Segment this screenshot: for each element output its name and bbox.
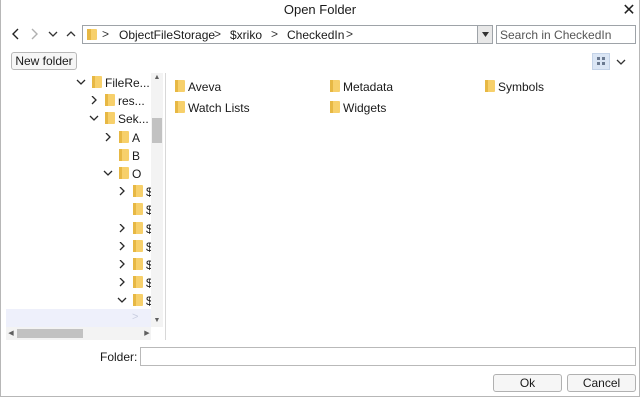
folder-field-label: Folder: xyxy=(100,350,138,364)
breadcrumb-separator-icon[interactable]: > xyxy=(102,27,109,41)
tree-item-label: res... xyxy=(118,94,145,109)
tree-item[interactable]: A xyxy=(6,129,151,147)
folder-icon xyxy=(133,258,143,270)
tree-item[interactable]: $ xyxy=(6,292,153,310)
scroll-down-icon[interactable]: ▼ xyxy=(151,317,163,325)
tree-item[interactable]: $ xyxy=(6,274,153,292)
tree-item[interactable]: $ xyxy=(6,238,153,256)
chevron-right-icon[interactable]: > xyxy=(132,311,138,323)
tree-horizontal-scroll-thumb[interactable] xyxy=(17,329,83,338)
tree-item[interactable]: $ xyxy=(6,183,153,201)
folder-icon xyxy=(133,221,143,234)
grid-view-icon xyxy=(597,57,605,65)
folder-item[interactable]: Watch Lists xyxy=(175,99,315,117)
ok-button[interactable]: Ok xyxy=(493,374,562,392)
folder-item-label: Watch Lists xyxy=(188,101,250,115)
tree-vertical-scrollbar[interactable]: ▲ ▼ xyxy=(151,73,163,327)
dialog-title: Open Folder xyxy=(283,2,357,17)
folder-icon xyxy=(133,239,143,252)
close-icon[interactable]: ✕ xyxy=(620,2,638,20)
folder-field[interactable] xyxy=(140,347,636,366)
folder-icon xyxy=(105,112,115,125)
folder-item-label: Aveva xyxy=(188,80,222,94)
window-frame-left xyxy=(0,0,1,397)
tree-item[interactable]: $ xyxy=(6,220,153,238)
chevron-down-icon[interactable] xyxy=(103,169,113,178)
folder-icon xyxy=(119,130,129,143)
pane-divider[interactable] xyxy=(165,73,166,340)
breadcrumb-separator-icon[interactable]: > xyxy=(271,27,278,41)
tree-item[interactable]: $ xyxy=(6,201,153,219)
recent-locations-chevron-icon[interactable] xyxy=(45,26,61,42)
folder-icon xyxy=(330,101,340,113)
tree-item-label: Sek... xyxy=(118,112,149,127)
tree-vertical-scroll-thumb[interactable] xyxy=(152,118,162,143)
tree-item-label: B xyxy=(132,148,141,163)
view-options-chevron-icon[interactable] xyxy=(613,55,629,69)
forward-arrow-icon[interactable] xyxy=(26,26,42,42)
tree-item[interactable]: B xyxy=(6,147,151,165)
cancel-button[interactable]: Cancel xyxy=(567,374,636,392)
chevron-down-icon[interactable] xyxy=(117,296,127,305)
tree-item-label: FileRe... xyxy=(105,76,150,90)
folder-item-label: Widgets xyxy=(343,101,387,115)
back-arrow-icon[interactable] xyxy=(8,26,24,42)
folder-item[interactable]: Metadata xyxy=(330,78,470,96)
view-mode-button[interactable] xyxy=(592,53,610,70)
address-dropdown-button[interactable] xyxy=(477,26,492,43)
scroll-up-icon[interactable]: ▲ xyxy=(151,74,163,82)
chevron-right-icon[interactable] xyxy=(117,260,127,269)
folder-icon xyxy=(175,80,185,92)
folder-icon xyxy=(485,80,495,92)
tree-item[interactable]: res... xyxy=(6,92,151,110)
address-bar[interactable]: > ObjectFileStorage > $xriko > CheckedIn… xyxy=(82,25,493,44)
folder-icon xyxy=(87,29,97,40)
folder-icon xyxy=(133,185,143,198)
tree-selected-row[interactable] xyxy=(6,309,151,327)
breadcrumb-separator-icon[interactable]: > xyxy=(346,27,353,41)
folder-input[interactable] xyxy=(144,349,632,364)
scroll-left-icon[interactable]: ◀ xyxy=(7,330,15,338)
caret-down-icon xyxy=(482,32,489,37)
new-folder-button[interactable]: New folder xyxy=(11,52,77,70)
chevron-right-icon[interactable] xyxy=(117,278,127,287)
folder-icon xyxy=(105,94,115,107)
folder-icon xyxy=(133,276,143,289)
folder-item-label: Metadata xyxy=(343,80,394,94)
tree-item[interactable]: Sek... xyxy=(6,110,151,128)
folder-tree[interactable]: FileRe... res... Sek... A B O $ $ $ $ $ $ $ > xyxy=(6,73,163,340)
folder-icon xyxy=(92,76,102,88)
tree-item[interactable]: $ xyxy=(6,256,153,274)
breadcrumb-separator-icon[interactable]: > xyxy=(214,27,221,41)
breadcrumb-xriko[interactable]: $xriko xyxy=(230,28,262,42)
folder-item[interactable]: Symbols xyxy=(485,78,625,96)
folder-item-label: Symbols xyxy=(498,80,545,94)
chevron-down-icon[interactable] xyxy=(89,114,99,123)
folder-icon xyxy=(330,80,340,92)
folder-item[interactable]: Aveva xyxy=(175,78,315,96)
breadcrumb-checkedin[interactable]: CheckedIn xyxy=(287,28,344,42)
chevron-right-icon[interactable] xyxy=(117,241,127,251)
up-folder-arrow-icon[interactable] xyxy=(63,26,79,42)
chevron-down-icon[interactable] xyxy=(76,78,86,87)
chevron-right-icon[interactable] xyxy=(89,96,99,105)
folder-icon xyxy=(133,203,143,216)
tree-item-label: O xyxy=(132,167,142,181)
folder-item[interactable]: Widgets xyxy=(330,99,470,117)
chevron-right-icon[interactable] xyxy=(103,132,113,142)
search-input[interactable] xyxy=(500,27,630,42)
folder-icon xyxy=(119,148,129,161)
tree-item[interactable]: FileRe... xyxy=(6,74,151,92)
search-box[interactable] xyxy=(496,25,636,44)
chevron-right-icon[interactable] xyxy=(117,223,127,233)
scroll-right-icon[interactable]: ▶ xyxy=(143,330,151,338)
tree-item-label: A xyxy=(132,130,141,145)
chevron-right-icon[interactable] xyxy=(117,187,127,196)
folder-icon xyxy=(119,167,129,179)
tree-item[interactable]: O xyxy=(6,165,151,183)
breadcrumb-objectfilestorage[interactable]: ObjectFileStorage xyxy=(119,28,215,42)
folder-icon xyxy=(133,294,143,307)
folder-icon xyxy=(175,101,185,113)
